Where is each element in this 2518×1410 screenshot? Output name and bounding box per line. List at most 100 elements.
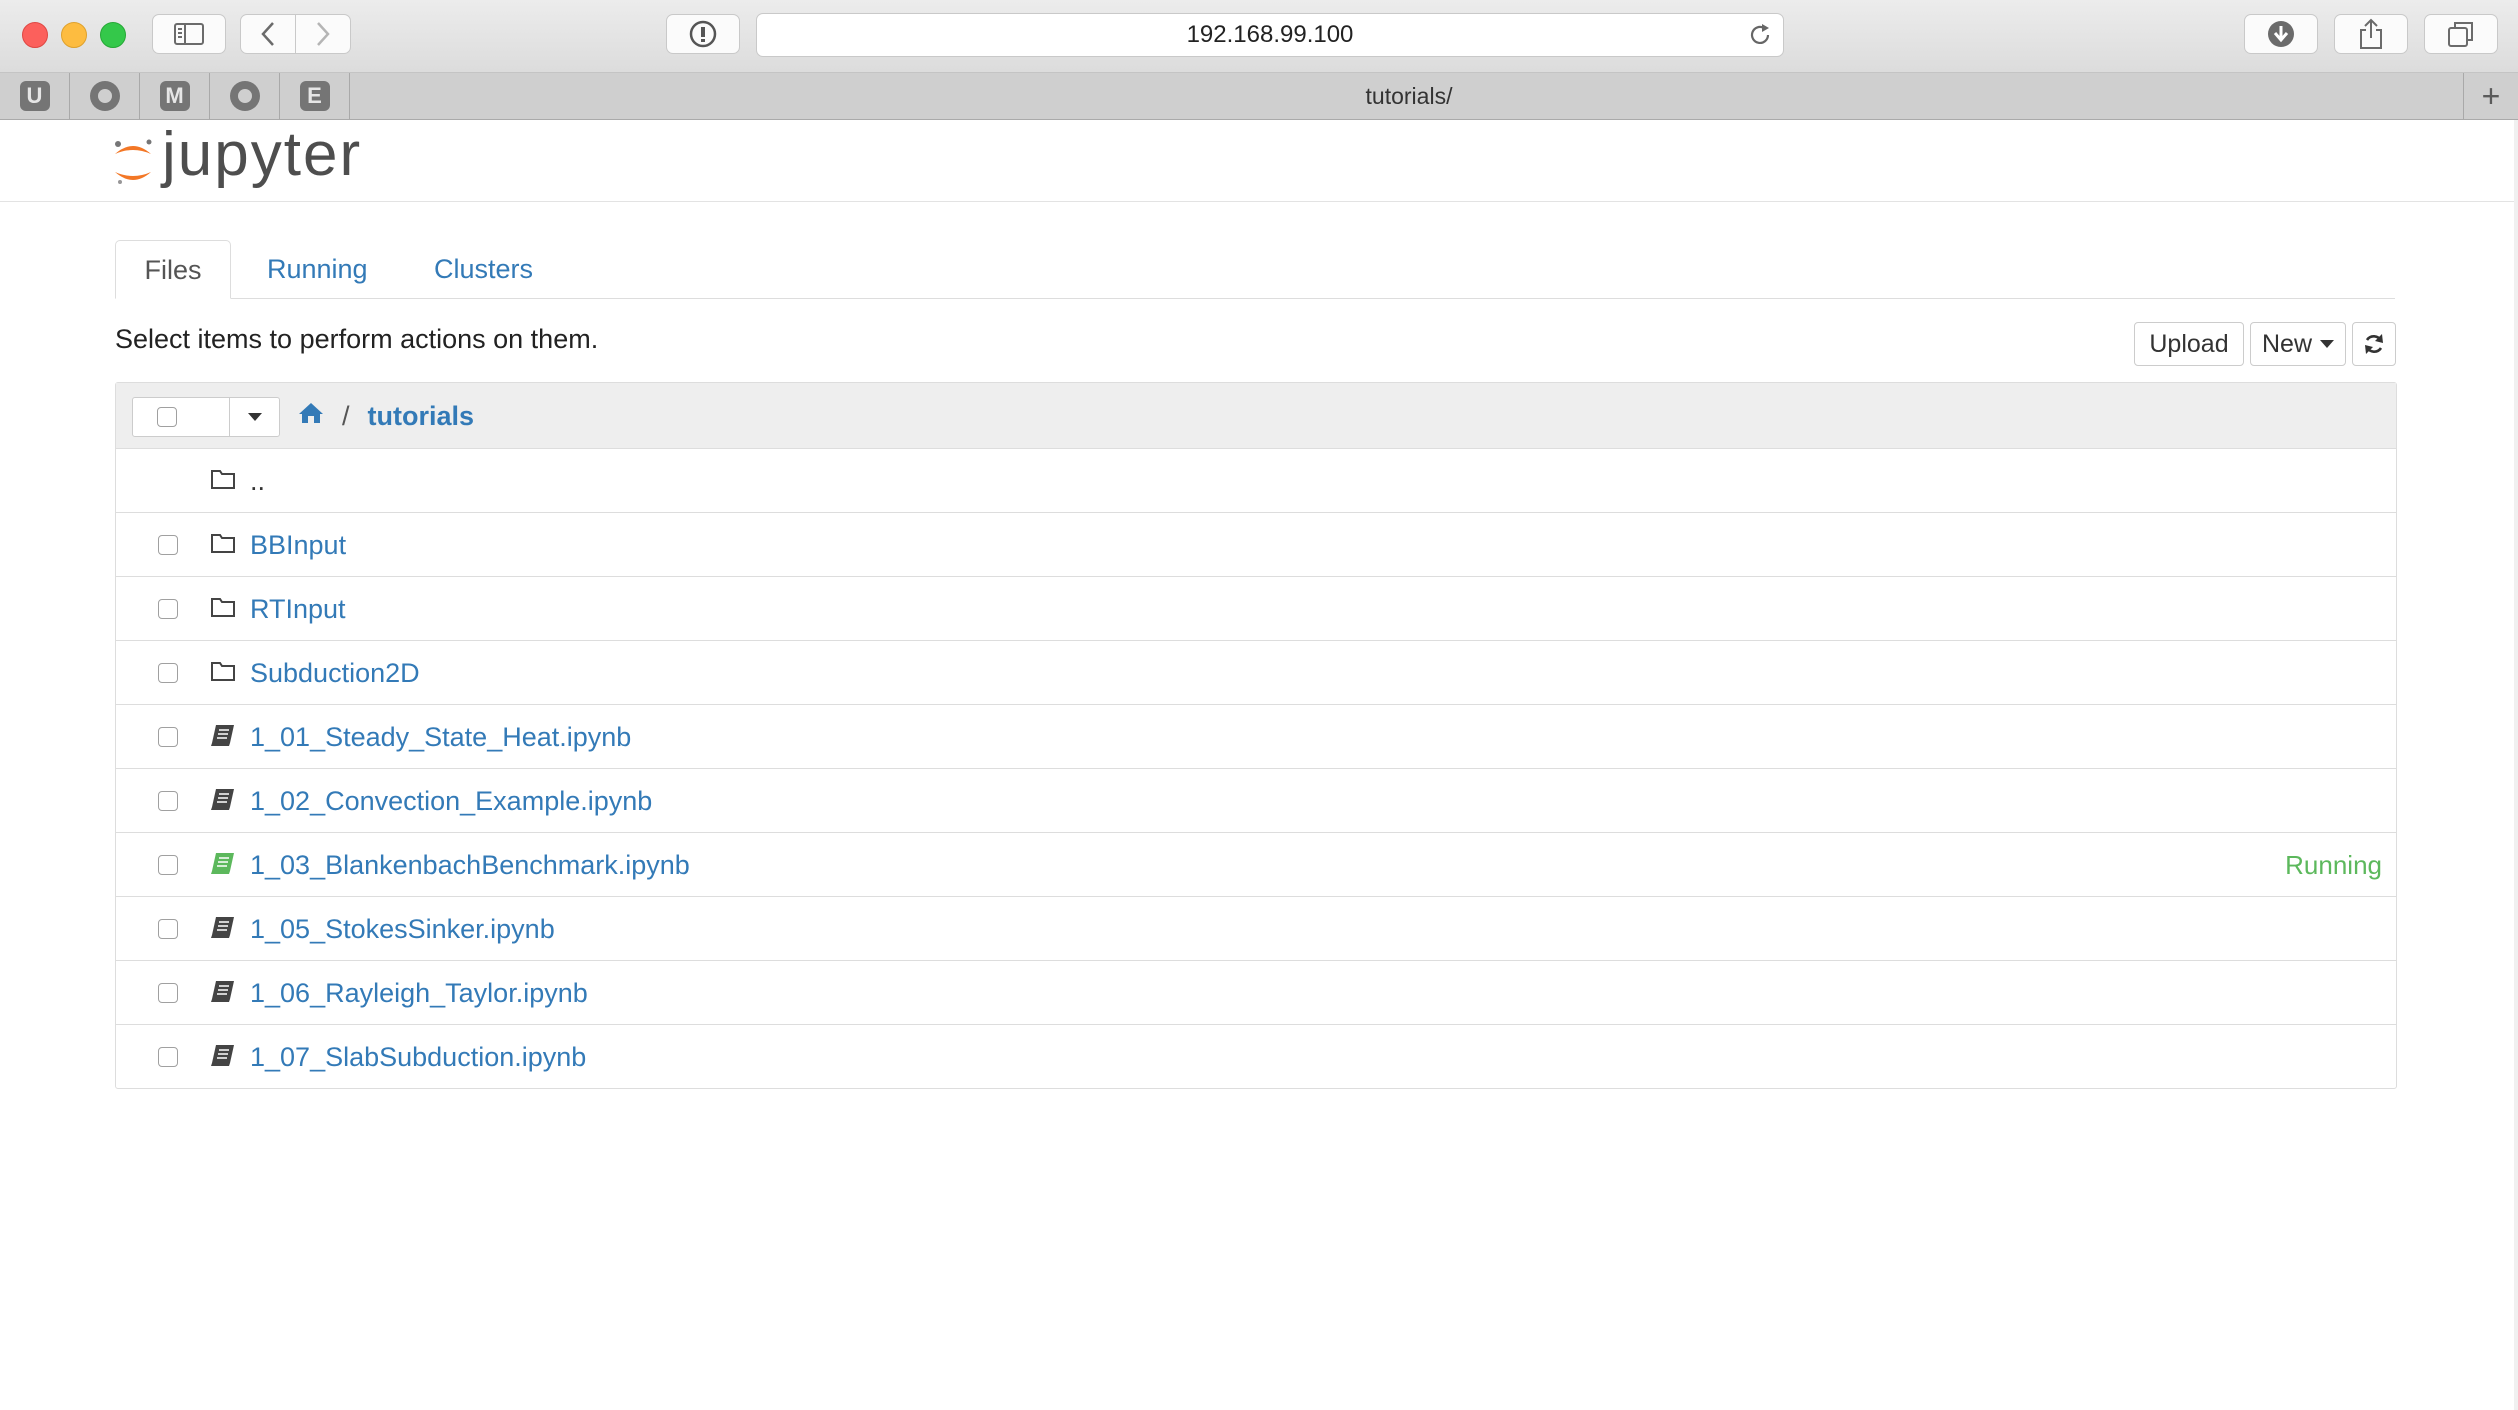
tab-clusters[interactable]: Clusters xyxy=(404,240,563,299)
tab-files-label: Files xyxy=(144,255,202,285)
item-checkbox[interactable] xyxy=(158,791,178,811)
new-tab-button[interactable]: + xyxy=(2463,73,2518,119)
folder-icon xyxy=(210,531,236,560)
url-text: 192.168.99.100 xyxy=(1186,21,1354,48)
tab-running[interactable]: Running xyxy=(237,240,398,299)
notebook-row[interactable]: 1_02_Convection_Example.ipynb xyxy=(116,769,2396,833)
sidebar-toggle-button[interactable] xyxy=(152,14,226,54)
notebook-row[interactable]: 1_05_StokesSinker.ipynb xyxy=(116,897,2396,961)
item-checkbox[interactable] xyxy=(158,855,178,875)
upload-button[interactable]: Upload xyxy=(2134,322,2244,366)
item-name-link[interactable]: 1_05_StokesSinker.ipynb xyxy=(250,897,555,961)
page-scrollbar[interactable] xyxy=(2514,120,2518,1410)
refresh-button[interactable] xyxy=(2352,322,2396,366)
folder-icon xyxy=(210,595,236,624)
close-window-button[interactable] xyxy=(22,22,48,48)
address-bar[interactable]: 192.168.99.100 xyxy=(756,13,1784,57)
item-checkbox[interactable] xyxy=(158,919,178,939)
item-checkbox[interactable] xyxy=(158,599,178,619)
jupyter-logo[interactable]: jupyter xyxy=(112,122,362,188)
folder-row[interactable]: RTInput xyxy=(116,577,2396,641)
downloads-button[interactable] xyxy=(2244,14,2318,54)
item-checkbox[interactable] xyxy=(158,983,178,1003)
info-shield-icon xyxy=(689,20,717,48)
privacy-report-button[interactable] xyxy=(666,14,740,54)
reload-icon[interactable] xyxy=(1747,22,1773,55)
select-all-control[interactable] xyxy=(132,397,280,437)
select-menu-toggle[interactable] xyxy=(230,398,279,436)
caret-down-icon xyxy=(2320,340,2334,348)
item-name-link[interactable]: BBInput xyxy=(250,513,346,577)
item-name-link[interactable]: 1_02_Convection_Example.ipynb xyxy=(250,769,652,833)
home-icon[interactable] xyxy=(298,401,324,432)
item-name-link[interactable]: 1_03_BlankenbachBenchmark.ipynb xyxy=(250,833,690,897)
item-checkbox[interactable] xyxy=(158,663,178,683)
notebook-icon xyxy=(210,915,236,944)
tabs-overview-icon xyxy=(2448,22,2473,47)
running-status: Running xyxy=(2285,850,2382,880)
refresh-icon xyxy=(2365,334,2383,354)
notebook-running-icon xyxy=(210,851,236,880)
item-checkbox[interactable] xyxy=(158,727,178,747)
item-checkbox[interactable] xyxy=(158,1047,178,1067)
new-dropdown-button[interactable]: New xyxy=(2250,322,2346,366)
tab-title: tutorials/ xyxy=(1365,83,1453,109)
folder-row[interactable]: BBInput xyxy=(116,513,2396,577)
u-favicon: U xyxy=(19,81,50,111)
item-name-link[interactable]: .. xyxy=(250,449,265,513)
parent-directory-row[interactable]: .. xyxy=(116,449,2396,513)
jupyter-logo-icon xyxy=(112,132,154,188)
active-tab[interactable]: tutorials/ xyxy=(360,73,2458,119)
file-list-header: / tutorials xyxy=(116,383,2396,449)
favorite-u[interactable]: U xyxy=(0,73,70,119)
forward-button[interactable] xyxy=(295,14,351,54)
favorite-m[interactable]: M xyxy=(140,73,210,119)
sidebar-icon xyxy=(174,23,204,45)
select-all-checkbox[interactable] xyxy=(157,407,177,427)
share-button[interactable] xyxy=(2334,14,2408,54)
notebook-row[interactable]: 1_03_BlankenbachBenchmark.ipynb Running xyxy=(116,833,2396,897)
favorite-e[interactable]: E xyxy=(280,73,350,119)
item-name-link[interactable]: 1_01_Steady_State_Heat.ipynb xyxy=(250,705,631,769)
tab-running-label: Running xyxy=(267,254,368,284)
new-button-label: New xyxy=(2261,329,2312,358)
item-name-link[interactable]: 1_07_SlabSubduction.ipynb xyxy=(250,1025,586,1089)
favorite-github-2[interactable] xyxy=(210,73,280,119)
breadcrumb: / tutorials xyxy=(298,383,474,449)
browser-tab-bar: U M E tutorials/ + xyxy=(0,73,2518,120)
browser-toolbar: 192.168.99.100 xyxy=(0,0,2518,73)
item-name-link[interactable]: Subduction2D xyxy=(250,641,420,705)
minimize-window-button[interactable] xyxy=(61,22,87,48)
share-icon xyxy=(2360,18,2382,49)
tab-files[interactable]: Files xyxy=(115,240,231,299)
back-button[interactable] xyxy=(240,14,296,54)
item-name-link[interactable]: 1_06_Rayleigh_Taylor.ipynb xyxy=(250,961,588,1025)
show-all-tabs-button[interactable] xyxy=(2424,14,2498,54)
zoom-window-button[interactable] xyxy=(100,22,126,48)
tab-clusters-label: Clusters xyxy=(434,254,534,284)
item-name-link[interactable]: RTInput xyxy=(250,577,346,641)
chevron-left-icon xyxy=(261,22,274,46)
folder-icon xyxy=(210,659,236,688)
download-icon xyxy=(2268,21,2294,47)
notebook-row[interactable]: 1_06_Rayleigh_Taylor.ipynb xyxy=(116,961,2396,1025)
notebook-icon xyxy=(210,723,236,752)
notebook-row[interactable]: 1_01_Steady_State_Heat.ipynb xyxy=(116,705,2396,769)
favorite-github-1[interactable] xyxy=(70,73,140,119)
jupyter-header: jupyter xyxy=(0,120,2514,202)
item-checkbox[interactable] xyxy=(158,535,178,555)
notebook-icon xyxy=(210,979,236,1008)
file-list: / tutorials .. BBInput RTInput Subduction2D… xyxy=(115,382,2397,1089)
folder-icon xyxy=(210,467,236,496)
selection-hint: Select items to perform actions on them. xyxy=(115,324,599,354)
jupyter-wordmark: jupyter xyxy=(162,120,363,189)
notebook-icon xyxy=(210,787,236,816)
notebook-row[interactable]: 1_07_SlabSubduction.ipynb xyxy=(116,1025,2396,1089)
folder-row[interactable]: Subduction2D xyxy=(116,641,2396,705)
plus-icon: + xyxy=(2481,77,2501,114)
upload-button-label: Upload xyxy=(2149,329,2229,358)
breadcrumb-separator: / xyxy=(342,400,350,431)
chevron-right-icon xyxy=(317,22,330,46)
e-favicon: E xyxy=(299,81,330,111)
breadcrumb-current[interactable]: tutorials xyxy=(368,401,475,432)
